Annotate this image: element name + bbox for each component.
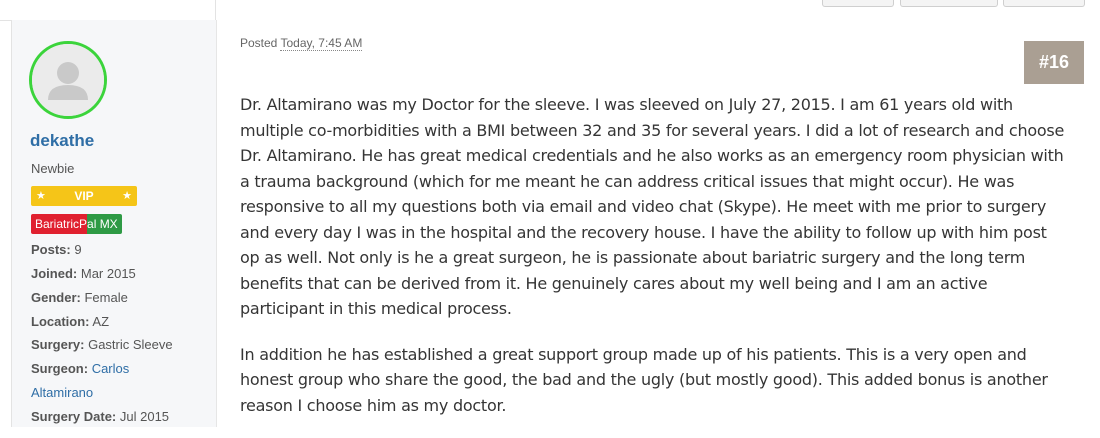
surgery-value: Gastric Sleeve: [88, 337, 173, 352]
forum-post: dekathe Newbie ★ VIP ★ BariatricP al MX P…: [11, 20, 1100, 427]
field-label: Surgery Date:: [31, 409, 117, 424]
avatar[interactable]: [29, 41, 107, 119]
surgery-date-value: Jul 2015: [119, 409, 170, 424]
vip-badge: ★ VIP ★: [31, 186, 137, 206]
field-label: Surgeon:: [31, 361, 89, 376]
surgery-date-field: Surgery Date: Jul 2015: [31, 409, 169, 425]
top-strip: [0, 0, 1100, 21]
field-label: Gender:: [31, 290, 81, 305]
location-field: Location: AZ: [31, 314, 109, 330]
field-label: Surgery:: [31, 337, 85, 352]
field-label: Location:: [31, 314, 90, 329]
multiquote-button[interactable]: [900, 0, 998, 7]
surgeon-link[interactable]: Carlos: [92, 361, 130, 376]
quote-button[interactable]: [822, 0, 894, 7]
author-username[interactable]: dekathe: [30, 131, 94, 151]
field-label: Joined:: [31, 266, 78, 281]
divider: [215, 0, 216, 20]
group-badge-label-part2: al MX: [87, 214, 122, 234]
location-value: AZ: [92, 314, 110, 329]
post-content: Posted Today, 7:45 AM #16 Dr. Altamirano…: [217, 20, 1100, 427]
posted-label: Posted: [240, 36, 278, 50]
surgeon-link-cont[interactable]: Altamirano: [31, 385, 93, 400]
group-badge-label-part1: BariatricP: [31, 214, 88, 234]
post-paragraph: In addition he has established a great s…: [240, 344, 1048, 415]
gender-value: Female: [84, 290, 128, 305]
joined-date: Mar 2015: [80, 266, 136, 281]
group-badge: BariatricP al MX: [31, 214, 122, 234]
field-label: Posts:: [31, 242, 71, 257]
author-rank: Newbie: [31, 161, 75, 176]
author-pane: dekathe Newbie ★ VIP ★ BariatricP al MX P…: [12, 20, 217, 427]
post-body: Dr. Altamirano was my Doctor for the sle…: [240, 92, 1070, 438]
posted-time[interactable]: Today, 7:45 AM: [280, 36, 363, 51]
posts-field: Posts: 9: [31, 242, 82, 258]
default-user-icon: [32, 44, 104, 116]
surgeon-field: Surgeon: Carlos: [31, 361, 129, 377]
post-paragraph: Dr. Altamirano was my Doctor for the sle…: [240, 95, 1065, 318]
star-icon: ★: [36, 190, 46, 202]
reply-button[interactable]: [1003, 0, 1085, 7]
star-icon: ★: [122, 190, 132, 202]
surgery-field: Surgery: Gastric Sleeve: [31, 337, 173, 353]
post-meta: Posted Today, 7:45 AM: [240, 36, 363, 51]
gender-field: Gender: Female: [31, 290, 128, 306]
surgeon-field-cont: Altamirano: [31, 385, 93, 401]
posts-count: 9: [74, 242, 82, 257]
vip-badge-label: VIP: [74, 189, 94, 203]
post-number[interactable]: #16: [1024, 41, 1084, 84]
joined-field: Joined: Mar 2015: [31, 266, 136, 282]
